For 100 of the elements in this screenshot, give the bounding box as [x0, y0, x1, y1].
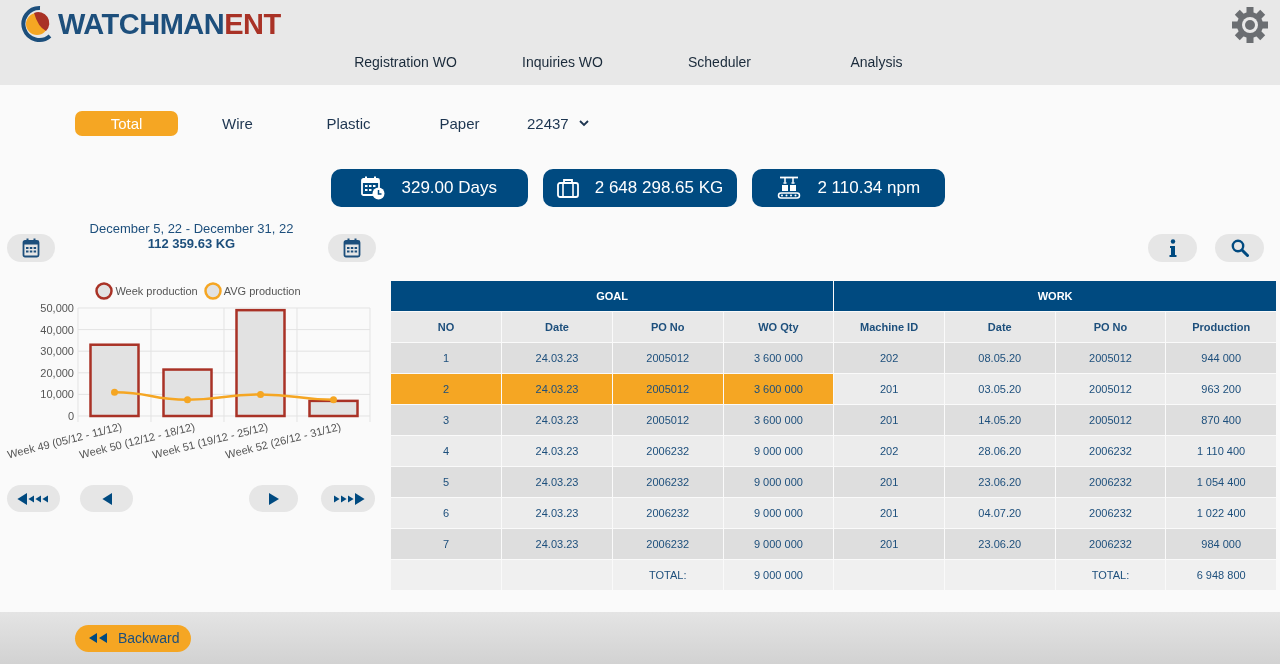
- table-cell: 24.03.23: [501, 373, 613, 405]
- next-button[interactable]: [249, 485, 298, 512]
- date-range: December 5, 22 - December 31, 22: [89, 221, 294, 236]
- period-total: 112 359.63 KG: [146, 236, 237, 251]
- left-triangle-icon: [100, 491, 113, 506]
- table-cell: 24.03.23: [501, 342, 613, 374]
- last-page-button[interactable]: [321, 485, 375, 512]
- table-cell: 2006232: [1055, 466, 1166, 498]
- table-cell: 3 600 000: [723, 373, 834, 405]
- logo-text: WATCHMANENT: [58, 7, 281, 41]
- table-row[interactable]: 2 24.03.23 2005012 3 600 000 201 03.05.20 2005012 963 200: [391, 373, 1277, 405]
- table-cell: 28.06.20: [944, 435, 1056, 467]
- table-cell: 202: [833, 342, 945, 374]
- fast-forward-icon: [331, 491, 365, 506]
- calendar-icon: [22, 238, 40, 258]
- table-cell: 3 600 000: [723, 342, 834, 374]
- table-cell: 2: [391, 373, 502, 405]
- table-cell: 9 000 000: [723, 435, 834, 467]
- search-button[interactable]: [1215, 234, 1264, 262]
- table-cell: 2006232: [1055, 497, 1166, 529]
- table-cell: 201: [833, 404, 945, 436]
- double-left-triangle-icon: [88, 632, 108, 644]
- table-cell: 04.07.20: [944, 497, 1056, 529]
- column-header: Production: [1165, 311, 1277, 343]
- table-row[interactable]: 5 24.03.23 2006232 9 000 000 201 23.06.20 2006232 1 054 400: [391, 466, 1277, 498]
- table-row[interactable]: 3 24.03.23 2005012 3 600 000 201 14.05.20 2005012 870 400: [391, 404, 1277, 436]
- table-cell: 3 600 000: [723, 404, 834, 436]
- column-header: Date: [501, 311, 613, 343]
- table-cell: 24.03.23: [501, 435, 613, 467]
- table-row[interactable]: 4 24.03.23 2006232 9 000 000 202 28.06.20 2006232 1 110 400: [391, 435, 1277, 467]
- right-triangle-icon: [267, 491, 280, 506]
- table-cell: 03.05.20: [944, 373, 1056, 405]
- table-cell: 2005012: [1055, 373, 1166, 405]
- legend-marker-icon: [95, 282, 114, 300]
- y-axis-label: 10,000: [40, 388, 74, 401]
- table-cell: 870 400: [1165, 404, 1277, 436]
- group-header: GOAL: [391, 281, 834, 312]
- stat-value: 329.00 Days: [401, 178, 497, 198]
- settings-icon[interactable]: [1231, 6, 1269, 44]
- search-icon: [1230, 239, 1249, 257]
- info-button[interactable]: [1148, 234, 1197, 262]
- calendar-clock-icon: [361, 176, 386, 200]
- table-cell: 2005012: [612, 373, 724, 405]
- table-row[interactable]: 6 24.03.23 2006232 9 000 000 201 04.07.20 2006232 1 022 400: [391, 497, 1277, 529]
- y-axis-label: 20,000: [40, 366, 74, 379]
- table-cell: 9 000 000: [723, 466, 834, 498]
- table-cell: 1 022 400: [1165, 497, 1277, 529]
- nav-link[interactable]: Registration WO: [327, 54, 484, 70]
- backward-button[interactable]: Backward: [75, 624, 191, 652]
- legend-label: AVG production: [223, 285, 301, 297]
- y-axis-label: 0: [67, 410, 74, 422]
- table-row[interactable]: 7 24.03.23 2006232 9 000 000 201 23.06.20 2006232 984 000: [391, 528, 1277, 560]
- table-cell: 6: [391, 497, 502, 529]
- nav-link[interactable]: Analysis: [798, 54, 955, 70]
- table-cell: 201: [833, 497, 945, 529]
- machine-dropdown[interactable]: 22437: [527, 115, 589, 132]
- column-header: Machine ID: [833, 311, 945, 343]
- total-label: TOTAL:: [612, 559, 724, 591]
- average-point: [184, 396, 191, 404]
- table-row[interactable]: 1 24.03.23 2005012 3 600 000 202 08.05.20 2005012 944 000: [391, 342, 1277, 374]
- table-cell: 2006232: [612, 528, 724, 560]
- table-cell: 202: [833, 435, 945, 467]
- conveyor-machine-icon: [777, 176, 802, 200]
- table-cell: 23.06.20: [944, 466, 1056, 498]
- table-cell: 08.05.20: [944, 342, 1056, 374]
- y-axis-label: 30,000: [40, 345, 74, 358]
- table-cell: 14.05.20: [944, 404, 1056, 436]
- total-value: 9 000 000: [723, 559, 834, 591]
- table-cell: 201: [833, 466, 945, 498]
- table-cell: 24.03.23: [501, 528, 613, 560]
- table-cell: 3: [391, 404, 502, 436]
- table-cell: 2005012: [1055, 404, 1166, 436]
- table-cell: 963 200: [1165, 373, 1277, 405]
- chevron-down-icon: [578, 120, 589, 127]
- table-cell: 2006232: [1055, 528, 1166, 560]
- average-point: [111, 388, 118, 396]
- group-header: WORK: [833, 281, 1277, 312]
- filter-tab[interactable]: Plastic: [297, 111, 400, 136]
- nav-link[interactable]: Scheduler: [641, 54, 798, 70]
- table-cell: 5: [391, 466, 502, 498]
- fast-rewind-icon: [16, 491, 51, 506]
- stat-value: 2 110.34 npm: [817, 178, 921, 198]
- previous-button[interactable]: [80, 485, 133, 512]
- column-header: WO Qty: [723, 311, 834, 343]
- average-point: [330, 396, 337, 404]
- first-page-button[interactable]: [7, 485, 60, 512]
- calendar-button[interactable]: [7, 234, 55, 262]
- y-axis-label: 40,000: [40, 323, 74, 336]
- table-cell: 2006232: [1055, 435, 1166, 467]
- table-cell: 1 110 400: [1165, 435, 1277, 467]
- table-cell: 9 000 000: [723, 528, 834, 560]
- calendar-button[interactable]: [328, 234, 376, 262]
- filter-tab[interactable]: Paper: [408, 111, 511, 136]
- table-cell: 2006232: [612, 466, 724, 498]
- table-cell: 24.03.23: [501, 404, 613, 436]
- filter-tab[interactable]: Wire: [186, 111, 289, 136]
- table-cell: 2005012: [612, 342, 724, 374]
- nav-link[interactable]: Inquiries WO: [484, 54, 641, 70]
- table-cell: 2006232: [612, 435, 724, 467]
- table-cell: 2006232: [612, 497, 724, 529]
